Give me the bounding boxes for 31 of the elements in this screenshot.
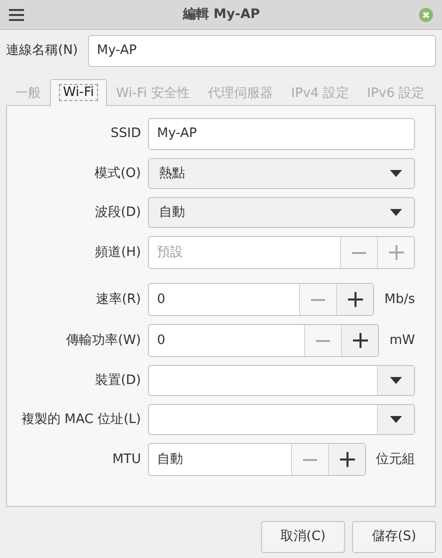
unit-label: Mb/s (384, 290, 415, 309)
caret-icon (390, 170, 402, 177)
dialog-button[interactable]: 取消(C) (261, 520, 345, 552)
dialog-button[interactable]: 儲存(S) (352, 520, 436, 552)
tab[interactable]: Wi-Fi (50, 78, 108, 106)
field-label: SSID (110, 125, 141, 144)
menu-icon[interactable] (9, 8, 24, 20)
unit-label: 位元組 (376, 450, 415, 469)
caret-icon (390, 209, 402, 216)
field-label: 連線名稱(N) (6, 42, 78, 60)
field-label: 波段(D) (94, 204, 141, 222)
connection-name-field[interactable]: My-AP (88, 35, 436, 67)
text-field[interactable]: My-AP (148, 118, 415, 150)
unit-label: mW (389, 332, 415, 350)
dropdown-button[interactable] (377, 405, 414, 434)
combo-field[interactable] (148, 365, 415, 396)
field-label: 速率(R) (94, 290, 141, 309)
field-label: 模式(O) (94, 164, 141, 183)
close-icon[interactable] (419, 8, 433, 22)
caret-icon (390, 416, 402, 423)
dropdown[interactable]: 自動 (148, 197, 415, 228)
window-title: 編輯 My-AP (182, 6, 261, 24)
field-label: 傳輸功率(W) (65, 332, 141, 350)
field-label: MTU (111, 450, 141, 469)
field-label: 頻道(H) (94, 244, 141, 262)
field-label: 裝置(D) (94, 372, 141, 390)
dropdown[interactable]: 熱點 (148, 158, 415, 189)
dropdown-button[interactable] (377, 366, 414, 395)
field-label: 複製的 MAC 位址(L) (20, 410, 141, 429)
combo-field[interactable] (148, 404, 415, 435)
caret-icon (390, 377, 402, 384)
